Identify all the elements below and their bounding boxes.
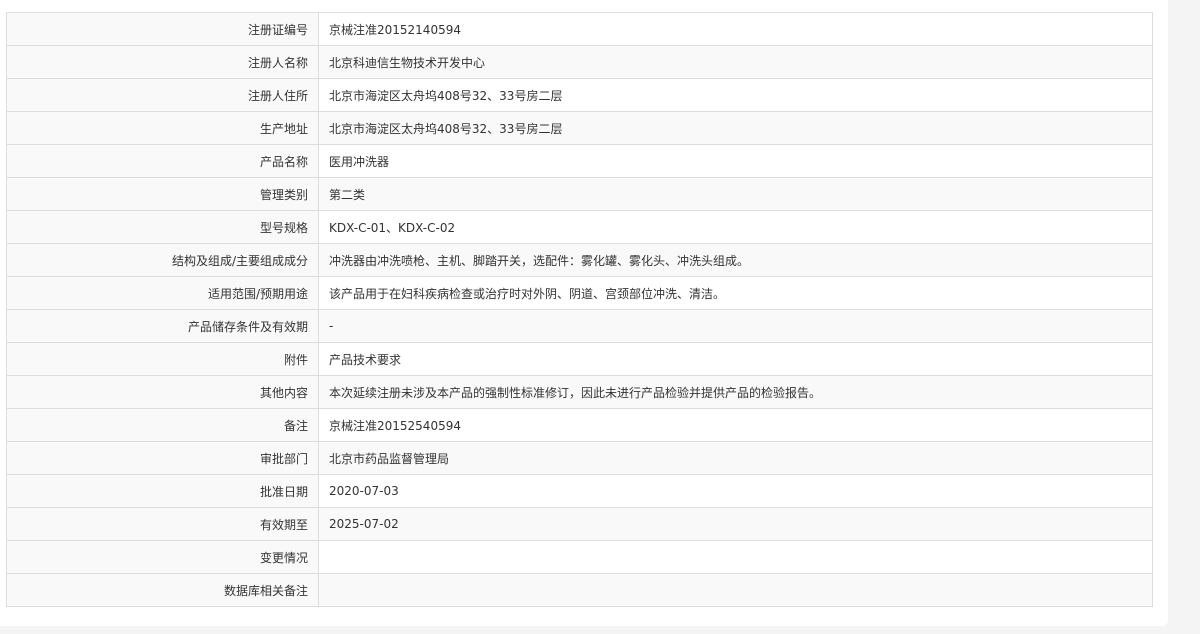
field-label: 产品名称 — [6, 144, 319, 178]
field-label: 备注 — [6, 408, 319, 442]
table-row: 适用范围/预期用途 该产品用于在妇科疾病检查或治疗时对外阴、阴道、宫颈部位冲洗、… — [6, 276, 1153, 310]
field-value: 北京市海淀区太舟坞408号32、33号房二层 — [318, 78, 1153, 112]
field-label: 结构及组成/主要组成成分 — [6, 243, 319, 277]
table-row: 附件 产品技术要求 — [6, 342, 1153, 376]
field-value: 医用冲洗器 — [318, 144, 1153, 178]
field-label: 变更情况 — [6, 540, 319, 574]
field-value: - — [318, 309, 1153, 343]
field-label: 注册人名称 — [6, 45, 319, 79]
table-row: 审批部门 北京市药品监督管理局 — [6, 441, 1153, 475]
field-value: 北京市药品监督管理局 — [318, 441, 1153, 475]
field-value: 本次延续注册未涉及本产品的强制性标准修订，因此未进行产品检验并提供产品的检验报告… — [318, 375, 1153, 409]
table-row: 备注 京械注准20152540594 — [6, 408, 1153, 442]
field-label: 生产地址 — [6, 111, 319, 145]
detail-table: 注册证编号 京械注准20152140594 注册人名称 北京科迪信生物技术开发中… — [6, 12, 1153, 607]
field-value: 产品技术要求 — [318, 342, 1153, 376]
table-row: 注册人名称 北京科迪信生物技术开发中心 — [6, 45, 1153, 79]
field-label: 产品储存条件及有效期 — [6, 309, 319, 343]
table-row: 其他内容 本次延续注册未涉及本产品的强制性标准修订，因此未进行产品检验并提供产品… — [6, 375, 1153, 409]
field-value — [318, 540, 1153, 574]
table-row: 批准日期 2020-07-03 — [6, 474, 1153, 508]
field-label: 有效期至 — [6, 507, 319, 541]
field-label: 注册人住所 — [6, 78, 319, 112]
field-value: 北京市海淀区太舟坞408号32、33号房二层 — [318, 111, 1153, 145]
table-row: 变更情况 — [6, 540, 1153, 574]
field-label: 管理类别 — [6, 177, 319, 211]
table-row: 产品储存条件及有效期 - — [6, 309, 1153, 343]
field-label: 数据库相关备注 — [6, 573, 319, 607]
table-row: 有效期至 2025-07-02 — [6, 507, 1153, 541]
field-value: 京械注准20152140594 — [318, 12, 1153, 46]
field-value: 冲洗器由冲洗喷枪、主机、脚踏开关，选配件：雾化罐、雾化头、冲洗头组成。 — [318, 243, 1153, 277]
table-row: 注册人住所 北京市海淀区太舟坞408号32、33号房二层 — [6, 78, 1153, 112]
field-label: 适用范围/预期用途 — [6, 276, 319, 310]
field-value: 北京科迪信生物技术开发中心 — [318, 45, 1153, 79]
detail-panel: 注册证编号 京械注准20152140594 注册人名称 北京科迪信生物技术开发中… — [0, 0, 1168, 626]
table-row: 管理类别 第二类 — [6, 177, 1153, 211]
table-row: 生产地址 北京市海淀区太舟坞408号32、33号房二层 — [6, 111, 1153, 145]
field-label: 注册证编号 — [6, 12, 319, 46]
field-value — [318, 573, 1153, 607]
field-label: 型号规格 — [6, 210, 319, 244]
table-row: 产品名称 医用冲洗器 — [6, 144, 1153, 178]
field-value: 2020-07-03 — [318, 474, 1153, 508]
field-label: 其他内容 — [6, 375, 319, 409]
table-row: 注册证编号 京械注准20152140594 — [6, 12, 1153, 46]
field-label: 附件 — [6, 342, 319, 376]
field-value: 2025-07-02 — [318, 507, 1153, 541]
field-label: 批准日期 — [6, 474, 319, 508]
field-value: KDX-C-01、KDX-C-02 — [318, 210, 1153, 244]
field-label: 审批部门 — [6, 441, 319, 475]
table-row: 数据库相关备注 — [6, 573, 1153, 607]
field-value: 该产品用于在妇科疾病检查或治疗时对外阴、阴道、宫颈部位冲洗、清洁。 — [318, 276, 1153, 310]
table-row: 型号规格 KDX-C-01、KDX-C-02 — [6, 210, 1153, 244]
field-value: 京械注准20152540594 — [318, 408, 1153, 442]
field-value: 第二类 — [318, 177, 1153, 211]
table-row: 结构及组成/主要组成成分 冲洗器由冲洗喷枪、主机、脚踏开关，选配件：雾化罐、雾化… — [6, 243, 1153, 277]
